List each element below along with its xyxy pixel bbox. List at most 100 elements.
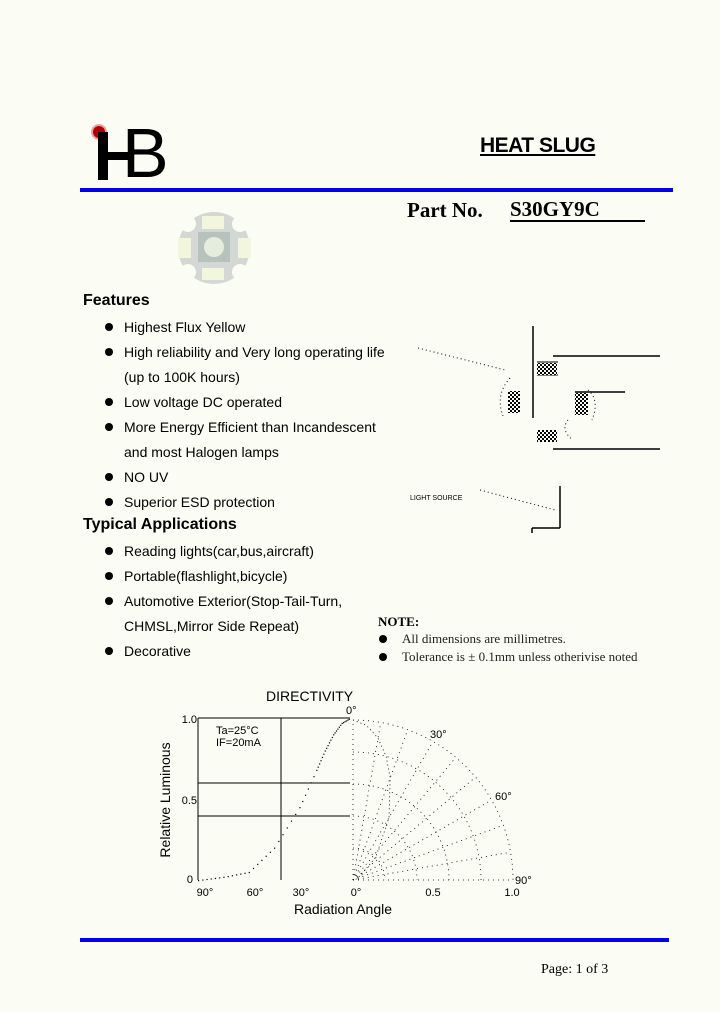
curve-point: [274, 847, 276, 849]
light-source-label: LIGHT SOURCE: [410, 495, 463, 502]
polar-grid-line: [352, 757, 457, 881]
x-tick-label: 60°: [247, 887, 264, 899]
y-tick-label: 1.0: [182, 714, 197, 726]
curve-point: [347, 719, 349, 721]
curve-point: [324, 750, 326, 752]
y-tick-label: 0.5: [182, 795, 197, 807]
curve-point: [340, 724, 342, 726]
feature-item: (up to 100K hours): [124, 369, 240, 385]
y-tick-label: 0: [187, 874, 193, 886]
curve-point: [210, 878, 212, 880]
polar-grid-line: [352, 719, 514, 881]
curve-point: [295, 813, 297, 816]
curve-point: [206, 878, 208, 881]
curve-point: [240, 873, 242, 875]
curve-point: [335, 730, 338, 732]
curve-point: [319, 763, 321, 765]
note-item: Tolerance is ± 0.1mm unless otherivise n…: [378, 648, 637, 666]
curve-point: [317, 766, 319, 768]
curve-point: [202, 879, 204, 881]
polar-radial-tick: 0.5: [425, 887, 440, 899]
feature-item: Highest Flux Yellow: [104, 315, 385, 340]
condition-current: IF=20mA: [216, 737, 262, 749]
curve-point: [323, 753, 325, 755]
curve-point: [304, 794, 307, 796]
polar-angle-label: 60°: [495, 791, 512, 803]
applications-list: Reading lights(car,bus,aircraft) Portabl…: [104, 539, 342, 664]
led-star-board-image: [178, 212, 251, 284]
curve-point: [227, 875, 229, 878]
curve-point: [338, 726, 340, 728]
feature-item: and most Halogen lamps: [124, 444, 279, 460]
document-title: HEAT SLUG: [480, 134, 596, 157]
curve-point: [282, 834, 284, 836]
x-tick-label: 0°: [351, 887, 362, 899]
polar-angle-label: 0°: [346, 705, 357, 717]
curve-point: [252, 867, 255, 870]
curve-point: [337, 728, 339, 730]
curve-point: [261, 859, 263, 861]
polar-angle-label: 90°: [515, 875, 532, 887]
polar-grid-line: [352, 722, 382, 881]
curve-point: [344, 721, 346, 723]
feature-item: NO UV: [104, 465, 385, 490]
y-axis-label: Relative Luminous: [157, 742, 173, 857]
curve-point: [321, 756, 324, 759]
polar-grid-line: [352, 783, 450, 881]
feature-item: Low voltage DC operated: [104, 390, 385, 415]
note-list: All dimensions are millimetres. Toleranc…: [378, 630, 637, 666]
features-heading: Features: [83, 292, 150, 309]
curve-point: [269, 851, 271, 853]
curve-point: [248, 871, 250, 874]
polar-grid-line: [352, 847, 386, 881]
curve-point: [313, 776, 315, 778]
curve-point: [302, 800, 304, 803]
curve-point: [286, 827, 288, 829]
dimension-drawing: LIGHT SOURCE: [410, 326, 660, 533]
curve-point: [327, 745, 329, 747]
polar-angle-label: 30°: [430, 729, 447, 741]
application-item: Portable(flashlight,bicycle): [104, 564, 342, 589]
directivity-chart: Ta=25°C IF=20mA 0 0.5 1.0 90° 60° 30° 0°…: [157, 705, 532, 917]
curve-point: [236, 874, 238, 876]
footer-rule: [80, 938, 669, 942]
curve-point: [348, 718, 350, 721]
curve-point: [334, 732, 336, 734]
application-item: CHMSL,Mirror Side Repeat): [124, 618, 300, 634]
curve-point: [341, 722, 343, 725]
curve-point: [328, 742, 331, 744]
curve-point: [307, 788, 309, 790]
polar-curve: [352, 719, 391, 881]
curve-point: [257, 863, 259, 865]
x-tick-label: 30°: [293, 887, 310, 899]
condition-temp: Ta=25°C: [216, 725, 259, 737]
application-item: Reading lights(car,bus,aircraft): [104, 539, 342, 564]
curve-point: [265, 855, 267, 857]
applications-heading: Typical Applications: [83, 516, 237, 533]
curve-point: [299, 807, 301, 809]
part-number-value: S30GY9C: [510, 198, 645, 222]
curve-point: [198, 880, 200, 882]
curve-point: [326, 747, 328, 749]
curve-point: [342, 722, 345, 724]
curve-point: [214, 877, 217, 880]
curve-point: [330, 739, 332, 741]
polar-grid-line: [352, 776, 476, 881]
feature-item: High reliability and Very long operating…: [104, 340, 385, 365]
curve-point: [223, 876, 225, 878]
curve-point: [320, 760, 322, 762]
application-item: Automotive Exterior(Stop-Tail-Turn,: [104, 589, 342, 614]
curve-point: [331, 736, 333, 739]
curve-point: [316, 769, 318, 772]
curve-point: [310, 782, 312, 784]
part-number-label: Part No.: [407, 198, 483, 222]
curve-point: [333, 734, 335, 736]
feature-item: More Energy Efficient than Incandescent: [104, 415, 385, 440]
x-axis-label: Radiation Angle: [294, 901, 392, 917]
polar-panel: 0° 30° 60° 90° 0.5 1.0: [346, 705, 532, 899]
curve-point: [345, 720, 347, 722]
logo-b: B: [122, 114, 169, 192]
curve-point: [219, 877, 221, 879]
cartesian-panel: Ta=25°C IF=20mA 0 0.5 1.0 90° 60° 30° 0°: [182, 714, 362, 899]
curve-point: [231, 875, 233, 877]
